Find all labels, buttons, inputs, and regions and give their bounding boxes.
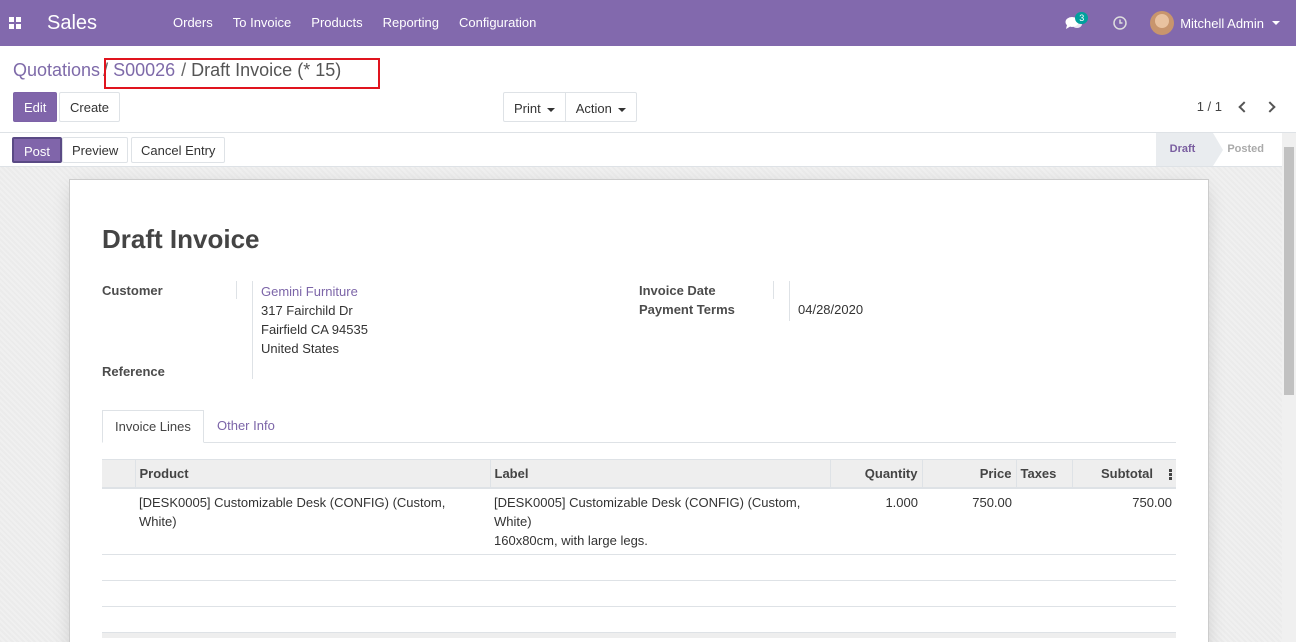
address-line: 317 Fairchild Dr — [261, 303, 353, 318]
caret-down-icon — [617, 107, 626, 112]
column-header-price[interactable]: Price — [921, 459, 1016, 489]
status-bar: Post Preview Cancel Entry Draft Posted — [0, 132, 1296, 167]
divider — [252, 281, 253, 379]
post-button[interactable]: Post — [12, 137, 63, 163]
apps-menu-icon[interactable] — [2, 0, 28, 46]
cancel-entry-button[interactable]: Cancel Entry — [131, 137, 226, 163]
label-line: 160x80cm, with large legs. — [494, 532, 648, 548]
label-line: White) — [494, 513, 532, 529]
caret-down-icon — [546, 107, 555, 112]
print-action-group: Print Action — [503, 92, 637, 122]
invoice-date-label: Invoice Date — [639, 283, 716, 298]
activities-button[interactable] — [1100, 0, 1140, 46]
table-row[interactable]: [DESK0005] Customizable Desk (CONFIG) (C… — [102, 487, 1176, 555]
column-header-taxes[interactable]: Taxes — [1015, 459, 1072, 489]
menu-to-invoice[interactable]: To Invoice — [223, 0, 302, 46]
chevron-right-icon[interactable] — [1264, 100, 1276, 113]
column-options-icon[interactable] — [1169, 468, 1172, 481]
app-name[interactable]: Sales — [47, 12, 157, 35]
empty-row[interactable] — [102, 554, 1176, 581]
customer-link[interactable]: Gemini Furniture — [261, 282, 368, 301]
chevron-left-icon[interactable] — [1238, 100, 1250, 113]
column-handle — [102, 459, 135, 489]
messages-count-badge: 3 — [1075, 12, 1089, 24]
divider — [789, 281, 790, 321]
label-line: [DESK0005] Customizable Desk (CONFIG) (C… — [494, 494, 801, 510]
divider — [773, 281, 774, 299]
scrollbar-thumb[interactable] — [1284, 147, 1294, 395]
menu-products[interactable]: Products — [301, 0, 372, 46]
column-header-label[interactable]: Label — [489, 459, 830, 489]
stage-posted[interactable]: Posted — [1213, 133, 1282, 166]
address-line: United States — [261, 341, 340, 356]
cell-quantity[interactable]: 1.000 — [830, 487, 922, 555]
chevron-down-icon — [1272, 21, 1280, 25]
avatar — [1150, 11, 1175, 35]
cell-price[interactable]: 750.00 — [922, 487, 1016, 555]
annotation-highlight-box — [104, 58, 380, 89]
action-label: Action — [575, 101, 612, 116]
empty-row[interactable] — [102, 580, 1176, 607]
column-header-product[interactable]: Product — [134, 459, 490, 489]
cell-label[interactable]: [DESK0005] Customizable Desk (CONFIG) (C… — [490, 487, 830, 555]
empty-row[interactable] — [102, 606, 1176, 633]
invoice-lines-table: Product Label Quantity Price Taxes Subto… — [102, 459, 1176, 638]
address-line: Fairfield CA 94535 — [261, 322, 368, 337]
preview-button[interactable]: Preview — [62, 137, 129, 163]
payment-terms-label: Payment Terms — [639, 302, 735, 317]
table-header-row: Product Label Quantity Price Taxes Subto… — [102, 459, 1176, 489]
stage-indicator: Draft Posted — [1155, 133, 1282, 166]
create-button[interactable]: Create — [59, 92, 121, 122]
form-content: Draft Invoice Customer Gemini Furniture … — [0, 167, 1282, 642]
stage-draft[interactable]: Draft — [1155, 133, 1223, 166]
vertical-scrollbar[interactable] — [1282, 133, 1296, 642]
edit-button[interactable]: Edit — [13, 92, 58, 122]
menu-reporting[interactable]: Reporting — [373, 0, 449, 46]
customer-address: Gemini Furniture 317 Fairchild Dr Fairfi… — [261, 282, 368, 358]
column-header-subtotal[interactable]: Subtotal — [1071, 459, 1176, 489]
messages-button[interactable]: 3 — [1054, 0, 1094, 46]
cell-subtotal: 750.00 — [1072, 487, 1176, 555]
user-menu[interactable]: Mitchell Admin — [1150, 11, 1280, 35]
user-name: Mitchell Admin — [1180, 15, 1264, 31]
notebook-tabs: Invoice Lines Other Info — [102, 410, 1176, 443]
menu-orders[interactable]: Orders — [163, 0, 223, 46]
invoice-sheet: Draft Invoice Customer Gemini Furniture … — [69, 179, 1209, 642]
tab-invoice-lines[interactable]: Invoice Lines — [102, 410, 204, 443]
menu-configuration[interactable]: Configuration — [449, 0, 546, 46]
print-label: Print — [514, 101, 541, 116]
main-menu: Orders To Invoice Products Reporting Con… — [163, 0, 546, 46]
table-footer — [102, 632, 1176, 638]
top-navbar: Sales Orders To Invoice Products Reporti… — [0, 0, 1296, 46]
clock-icon — [1113, 16, 1127, 30]
print-dropdown[interactable]: Print — [504, 93, 565, 121]
column-header-quantity[interactable]: Quantity — [829, 459, 922, 489]
row-handle — [102, 487, 135, 555]
cell-taxes[interactable] — [1016, 487, 1072, 555]
reference-label: Reference — [102, 364, 165, 379]
divider — [236, 281, 237, 299]
pager: 1 / 1 — [1197, 99, 1276, 114]
tab-other-info[interactable]: Other Info — [205, 410, 287, 443]
cell-product[interactable]: [DESK0005] Customizable Desk (CONFIG) (C… — [135, 487, 490, 555]
customer-label: Customer — [102, 283, 163, 298]
invoice-date-value[interactable]: 04/28/2020 — [798, 302, 863, 317]
subtotal-header-label: Subtotal — [1101, 465, 1153, 481]
pager-value[interactable]: 1 / 1 — [1197, 99, 1222, 114]
breadcrumb-quotations[interactable]: Quotations — [13, 60, 100, 80]
page-title: Draft Invoice — [102, 224, 260, 254]
action-dropdown[interactable]: Action — [564, 93, 636, 121]
